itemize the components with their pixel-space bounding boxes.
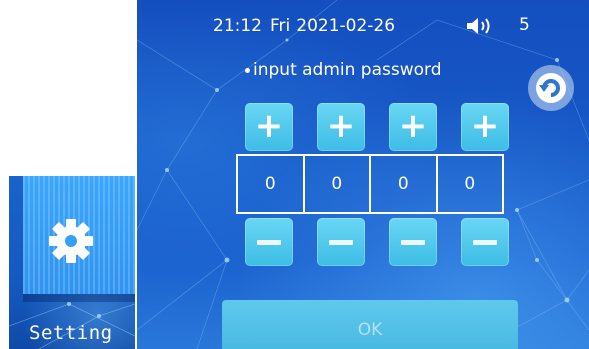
- ok-button[interactable]: OK: [222, 300, 518, 349]
- digit-3: 0: [371, 156, 438, 212]
- digit-2: 0: [305, 156, 371, 212]
- prompt-text: input admin password: [253, 60, 442, 80]
- digit-1: 0: [238, 156, 305, 212]
- plus-icon: +: [398, 106, 428, 146]
- status-bar: 21:12 Fri 2021-02-26: [213, 16, 395, 36]
- decrement-digit-4-button[interactable]: [461, 218, 509, 266]
- decrement-digit-1-button[interactable]: [245, 218, 293, 266]
- refresh-icon: [536, 73, 566, 103]
- settings-label: Setting: [29, 322, 113, 344]
- bullet-icon: [245, 67, 250, 73]
- decrement-digit-3-button[interactable]: [389, 218, 437, 266]
- minus-icon: [473, 239, 497, 245]
- tile-shadow: [23, 294, 135, 302]
- minus-icon: [257, 239, 281, 245]
- refresh-button[interactable]: [528, 65, 574, 111]
- increment-digit-1-button[interactable]: +: [245, 103, 293, 151]
- gear-icon: [49, 219, 93, 263]
- decrement-row: [245, 218, 509, 266]
- minus-icon: [329, 239, 353, 245]
- date: 2021-02-26: [296, 16, 396, 36]
- password-digits: 0 0 0 0: [236, 154, 504, 214]
- increment-digit-4-button[interactable]: +: [461, 103, 509, 151]
- increment-digit-2-button[interactable]: +: [317, 103, 365, 151]
- volume-level: 5: [519, 15, 530, 35]
- increment-row: + + + +: [245, 103, 509, 151]
- plus-icon: +: [254, 106, 284, 146]
- ok-label: OK: [357, 320, 383, 340]
- settings-shortcut[interactable]: Setting: [9, 176, 135, 349]
- password-screen: 21:12 Fri 2021-02-26 5 input admin passwor…: [137, 0, 589, 349]
- day-of-week: Fri: [270, 16, 291, 36]
- plus-icon: +: [326, 106, 356, 146]
- clock-time: 21:12: [213, 16, 262, 36]
- speaker-icon: [467, 18, 490, 34]
- decrement-digit-2-button[interactable]: [317, 218, 365, 266]
- plus-icon: +: [470, 106, 500, 146]
- increment-digit-3-button[interactable]: +: [389, 103, 437, 151]
- minus-icon: [401, 239, 425, 245]
- digit-4: 0: [464, 174, 476, 194]
- password-prompt: input admin password: [245, 60, 442, 80]
